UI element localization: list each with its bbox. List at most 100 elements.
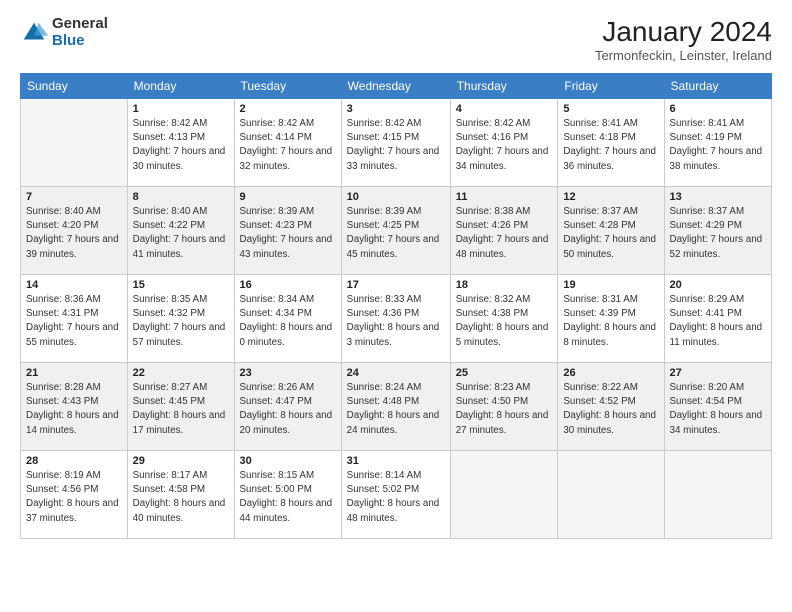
day-number: 10 (347, 191, 445, 203)
day-number: 12 (563, 191, 658, 203)
day-info: Sunrise: 8:27 AMSunset: 4:45 PMDaylight:… (133, 381, 229, 438)
day-number: 19 (563, 279, 658, 291)
day-number: 28 (26, 455, 122, 467)
day-info: Sunrise: 8:41 AMSunset: 4:18 PMDaylight:… (563, 117, 658, 174)
calendar-week-row: 14 Sunrise: 8:36 AMSunset: 4:31 PMDayligh… (21, 275, 772, 363)
day-number: 26 (563, 367, 658, 379)
day-info: Sunrise: 8:42 AMSunset: 4:16 PMDaylight:… (456, 117, 553, 174)
day-info: Sunrise: 8:36 AMSunset: 4:31 PMDaylight:… (26, 293, 122, 350)
day-info: Sunrise: 8:35 AMSunset: 4:32 PMDaylight:… (133, 293, 229, 350)
day-info: Sunrise: 8:42 AMSunset: 4:13 PMDaylight:… (133, 117, 229, 174)
day-number: 8 (133, 191, 229, 203)
day-info: Sunrise: 8:33 AMSunset: 4:36 PMDaylight:… (347, 293, 445, 350)
table-row (558, 451, 664, 539)
day-number: 30 (240, 455, 336, 467)
day-number: 29 (133, 455, 229, 467)
table-row: 17 Sunrise: 8:33 AMSunset: 4:36 PMDayligh… (341, 275, 450, 363)
day-info: Sunrise: 8:17 AMSunset: 4:58 PMDaylight:… (133, 469, 229, 526)
calendar-week-row: 21 Sunrise: 8:28 AMSunset: 4:43 PMDayligh… (21, 363, 772, 451)
table-row (450, 451, 558, 539)
day-info: Sunrise: 8:34 AMSunset: 4:34 PMDaylight:… (240, 293, 336, 350)
day-info: Sunrise: 8:42 AMSunset: 4:15 PMDaylight:… (347, 117, 445, 174)
day-info: Sunrise: 8:37 AMSunset: 4:29 PMDaylight:… (670, 205, 766, 262)
day-number: 9 (240, 191, 336, 203)
calendar-week-row: 28Sunrise: 8:19 AMSunset: 4:56 PMDayligh… (21, 451, 772, 539)
day-info: Sunrise: 8:22 AMSunset: 4:52 PMDaylight:… (563, 381, 658, 438)
calendar-week-row: 7Sunrise: 8:40 AMSunset: 4:20 PMDaylight… (21, 187, 772, 275)
table-row: 22 Sunrise: 8:27 AMSunset: 4:45 PMDayligh… (127, 363, 234, 451)
day-info: Sunrise: 8:32 AMSunset: 4:38 PMDaylight:… (456, 293, 553, 350)
day-info: Sunrise: 8:37 AMSunset: 4:28 PMDaylight:… (563, 205, 658, 262)
table-row: 13 Sunrise: 8:37 AMSunset: 4:29 PMDayligh… (664, 187, 771, 275)
table-row: 10 Sunrise: 8:39 AMSunset: 4:25 PMDayligh… (341, 187, 450, 275)
day-number: 14 (26, 279, 122, 291)
day-number: 15 (133, 279, 229, 291)
day-number: 1 (133, 103, 229, 115)
table-row: 15 Sunrise: 8:35 AMSunset: 4:32 PMDayligh… (127, 275, 234, 363)
calendar-header-row: Sunday Monday Tuesday Wednesday Thursday… (21, 74, 772, 99)
table-row: 25 Sunrise: 8:23 AMSunset: 4:50 PMDayligh… (450, 363, 558, 451)
day-info: Sunrise: 8:24 AMSunset: 4:48 PMDaylight:… (347, 381, 445, 438)
col-saturday: Saturday (664, 74, 771, 99)
day-info: Sunrise: 8:38 AMSunset: 4:26 PMDaylight:… (456, 205, 553, 262)
day-number: 22 (133, 367, 229, 379)
day-number: 21 (26, 367, 122, 379)
col-sunday: Sunday (21, 74, 128, 99)
day-number: 2 (240, 103, 336, 115)
table-row: 21 Sunrise: 8:28 AMSunset: 4:43 PMDayligh… (21, 363, 128, 451)
day-info: Sunrise: 8:14 AMSunset: 5:02 PMDaylight:… (347, 469, 445, 526)
table-row: 3Sunrise: 8:42 AMSunset: 4:15 PMDaylight… (341, 99, 450, 187)
table-row: 5 Sunrise: 8:41 AMSunset: 4:18 PMDaylight… (558, 99, 664, 187)
table-row: 16Sunrise: 8:34 AMSunset: 4:34 PMDayligh… (234, 275, 341, 363)
col-thursday: Thursday (450, 74, 558, 99)
day-info: Sunrise: 8:26 AMSunset: 4:47 PMDaylight:… (240, 381, 336, 438)
table-row: 7Sunrise: 8:40 AMSunset: 4:20 PMDaylight… (21, 187, 128, 275)
table-row (664, 451, 771, 539)
table-row: 24 Sunrise: 8:24 AMSunset: 4:48 PMDayligh… (341, 363, 450, 451)
table-row: 8Sunrise: 8:40 AMSunset: 4:22 PMDaylight… (127, 187, 234, 275)
day-info: Sunrise: 8:31 AMSunset: 4:39 PMDaylight:… (563, 293, 658, 350)
table-row: 12 Sunrise: 8:37 AMSunset: 4:28 PMDayligh… (558, 187, 664, 275)
table-row: 23Sunrise: 8:26 AMSunset: 4:47 PMDayligh… (234, 363, 341, 451)
title-block: January 2024 Termonfeckin, Leinster, Ire… (595, 16, 772, 63)
logo-icon (20, 19, 48, 47)
table-row: 2 Sunrise: 8:42 AMSunset: 4:14 PMDaylight… (234, 99, 341, 187)
day-number: 5 (563, 103, 658, 115)
table-row: 28Sunrise: 8:19 AMSunset: 4:56 PMDayligh… (21, 451, 128, 539)
day-number: 20 (670, 279, 766, 291)
table-row: 6 Sunrise: 8:41 AMSunset: 4:19 PMDaylight… (664, 99, 771, 187)
month-title: January 2024 (595, 16, 772, 48)
table-row: 14 Sunrise: 8:36 AMSunset: 4:31 PMDayligh… (21, 275, 128, 363)
day-number: 13 (670, 191, 766, 203)
day-info: Sunrise: 8:28 AMSunset: 4:43 PMDaylight:… (26, 381, 122, 438)
day-info: Sunrise: 8:39 AMSunset: 4:23 PMDaylight:… (240, 205, 336, 262)
table-row: 1 Sunrise: 8:42 AMSunset: 4:13 PMDaylight… (127, 99, 234, 187)
col-tuesday: Tuesday (234, 74, 341, 99)
calendar-week-row: 1 Sunrise: 8:42 AMSunset: 4:13 PMDaylight… (21, 99, 772, 187)
table-row: 31Sunrise: 8:14 AMSunset: 5:02 PMDayligh… (341, 451, 450, 539)
table-row: 4Sunrise: 8:42 AMSunset: 4:16 PMDaylight… (450, 99, 558, 187)
table-row (21, 99, 128, 187)
logo-blue: Blue (52, 33, 108, 50)
table-row: 18 Sunrise: 8:32 AMSunset: 4:38 PMDayligh… (450, 275, 558, 363)
day-info: Sunrise: 8:15 AMSunset: 5:00 PMDaylight:… (240, 469, 336, 526)
day-number: 24 (347, 367, 445, 379)
day-info: Sunrise: 8:39 AMSunset: 4:25 PMDaylight:… (347, 205, 445, 262)
col-monday: Monday (127, 74, 234, 99)
day-info: Sunrise: 8:41 AMSunset: 4:19 PMDaylight:… (670, 117, 766, 174)
day-number: 11 (456, 191, 553, 203)
day-number: 18 (456, 279, 553, 291)
day-info: Sunrise: 8:42 AMSunset: 4:14 PMDaylight:… (240, 117, 336, 174)
day-number: 25 (456, 367, 553, 379)
day-info: Sunrise: 8:20 AMSunset: 4:54 PMDaylight:… (670, 381, 766, 438)
table-row: 29 Sunrise: 8:17 AMSunset: 4:58 PMDayligh… (127, 451, 234, 539)
logo: General Blue (20, 16, 108, 49)
table-row: 30 Sunrise: 8:15 AMSunset: 5:00 PMDayligh… (234, 451, 341, 539)
day-number: 6 (670, 103, 766, 115)
day-number: 7 (26, 191, 122, 203)
table-row: 26 Sunrise: 8:22 AMSunset: 4:52 PMDayligh… (558, 363, 664, 451)
page: General Blue January 2024 Termonfeckin, … (0, 0, 792, 612)
day-info: Sunrise: 8:23 AMSunset: 4:50 PMDaylight:… (456, 381, 553, 438)
day-info: Sunrise: 8:29 AMSunset: 4:41 PMDaylight:… (670, 293, 766, 350)
day-number: 17 (347, 279, 445, 291)
